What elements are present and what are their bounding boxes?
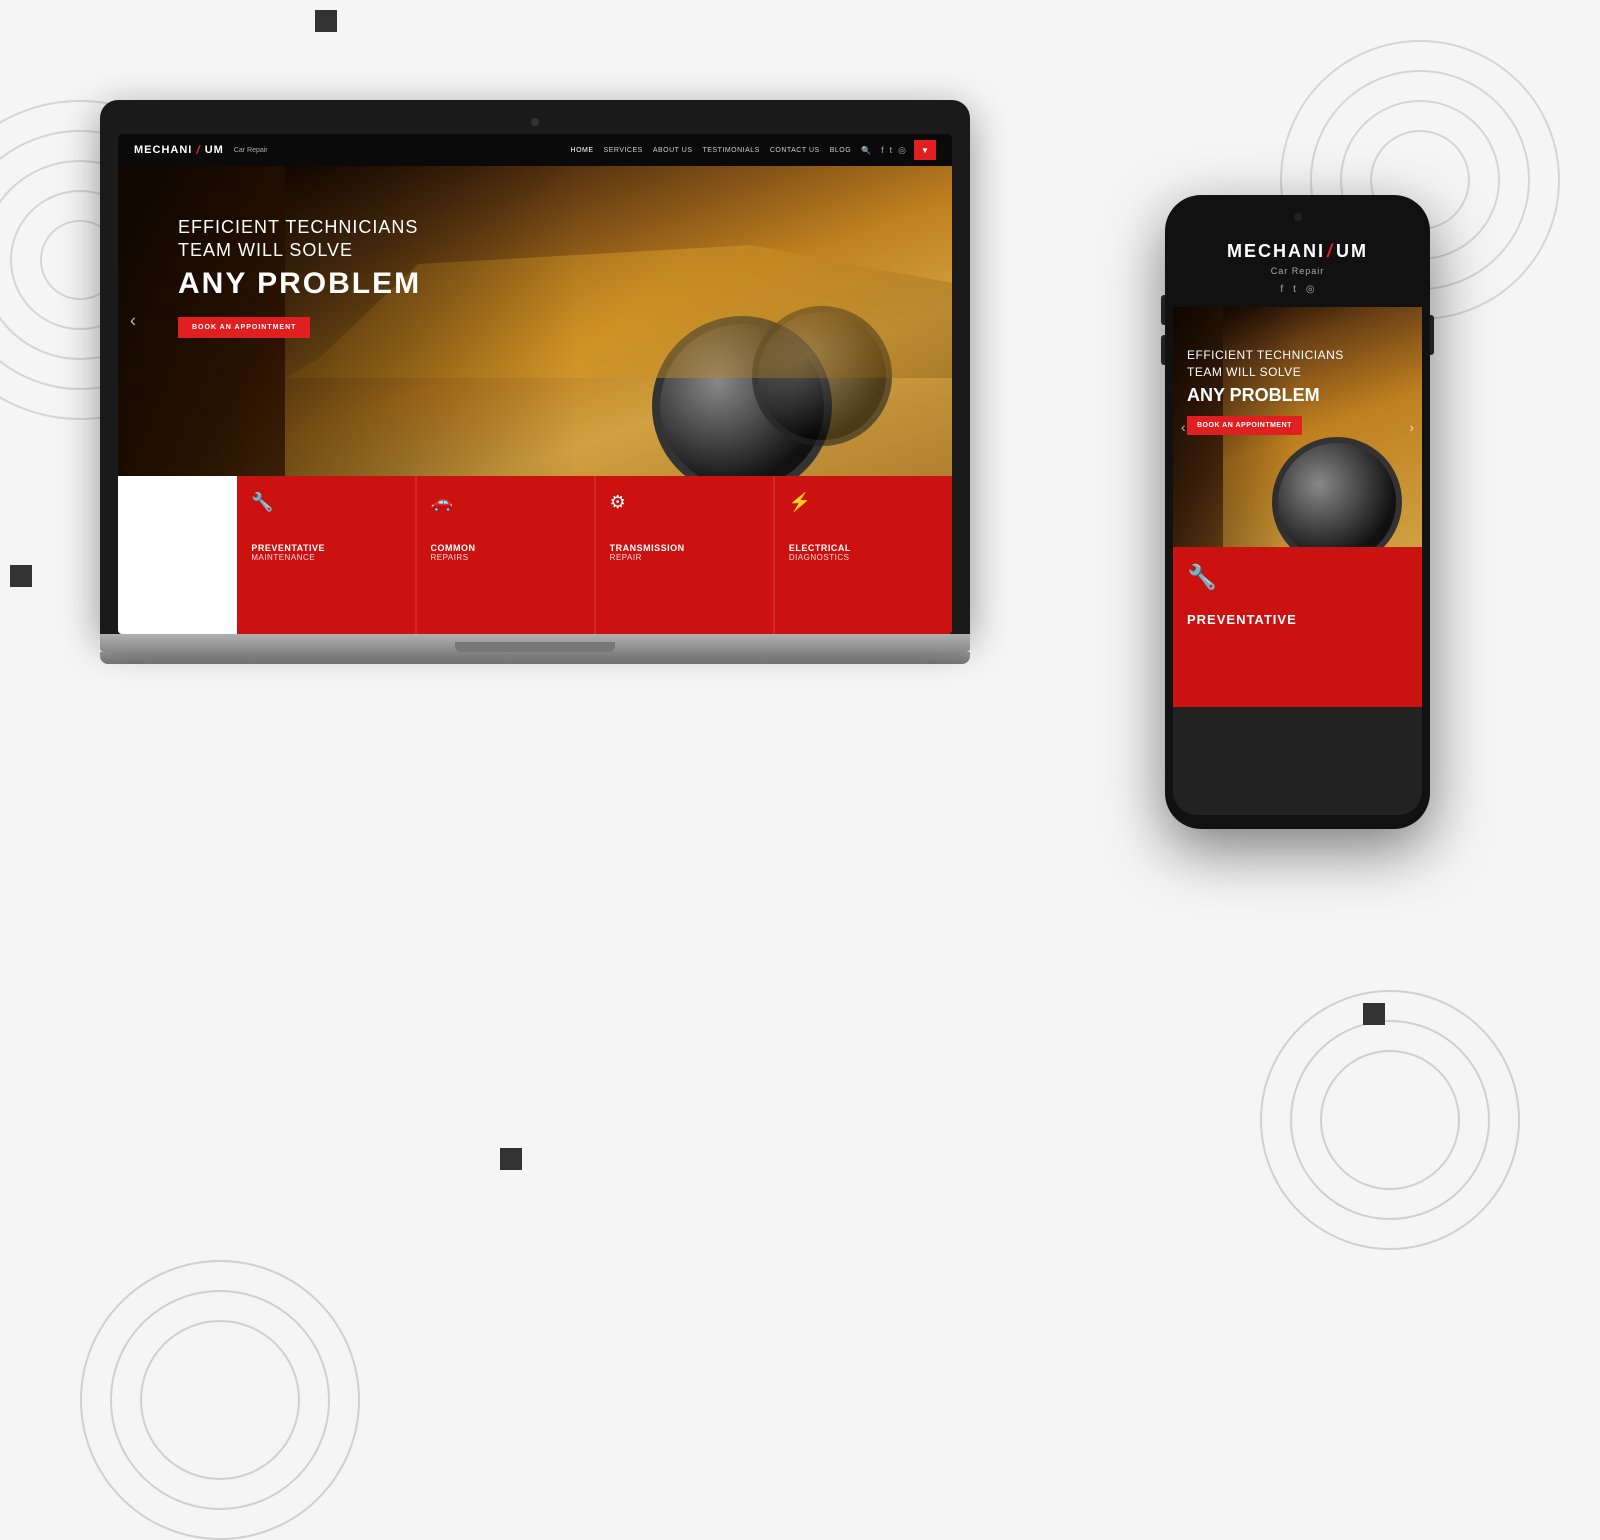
phone-facebook-icon[interactable]: f xyxy=(1280,284,1283,295)
phone-logo-um: UM xyxy=(1336,241,1368,262)
phone-wrench-icon: 🔧 xyxy=(1187,563,1408,592)
logo-text-mechani: MECHANI xyxy=(134,144,192,156)
logo-text-um: UM xyxy=(205,144,224,156)
phone-hero-text2: ANY PROBLEM xyxy=(1187,385,1344,406)
service-subtitle-diagnostics: DIAGNOSTICS xyxy=(789,553,938,562)
phone-subtitle: Car Repair xyxy=(1185,266,1410,276)
phone-arrow-left[interactable]: ‹ xyxy=(1181,419,1186,435)
laptop-screen: MECHANI / UM Car Repair HOME SERVICES AB… xyxy=(118,134,952,634)
gear-icon: ⚙ xyxy=(610,492,759,513)
hero-headline-2: ANY PROBLEM xyxy=(178,267,421,301)
service-card-electrical[interactable]: ⚡ ELECTRICAL DIAGNOSTICS xyxy=(775,476,952,634)
phone-volume-down xyxy=(1161,335,1165,365)
phone-social-icons: f t ◎ xyxy=(1185,284,1410,295)
phone-arrow-right[interactable]: › xyxy=(1409,419,1414,435)
laptop-nav-subtitle: Car Repair xyxy=(234,147,268,154)
phone-hero-text1: EFFICIENT TECHNICIANS TEAM WILL SOLVE xyxy=(1187,347,1344,381)
phone-camera xyxy=(1294,213,1302,221)
service-title-preventative: PREVENTATIVE xyxy=(251,543,400,553)
service-card-common[interactable]: 🚗 COMMON REPAIRS xyxy=(417,476,596,634)
phone-hero-content: EFFICIENT TECHNICIANS TEAM WILL SOLVE AN… xyxy=(1187,347,1344,435)
service-subtitle-repair: REPAIR xyxy=(610,553,759,562)
laptop-mockup: MECHANI / UM Car Repair HOME SERVICES AB… xyxy=(100,100,970,664)
phone-hero: EFFICIENT TECHNICIANS TEAM WILL SOLVE AN… xyxy=(1173,307,1422,547)
facebook-icon[interactable]: f xyxy=(881,145,884,155)
phone-twitter-icon[interactable]: t xyxy=(1293,284,1296,295)
service-title-transmission: TRANSMISSION xyxy=(610,543,759,553)
book-appointment-button[interactable]: BOOK AN APPOINTMENT xyxy=(178,317,310,338)
laptop-nav: MECHANI / UM Car Repair HOME SERVICES AB… xyxy=(118,134,952,166)
service-subtitle-maintenance: MAINTENANCE xyxy=(251,553,400,562)
service-card-transmission[interactable]: ⚙ TRANSMISSION REPAIR xyxy=(596,476,775,634)
car-icon: 🚗 xyxy=(431,492,580,513)
services-row: 🔧 PREVENTATIVE MAINTENANCE 🚗 COMMON REPA… xyxy=(118,476,952,634)
phone-logo: MECHANI / UM xyxy=(1185,241,1410,262)
laptop-hero: EFFICIENT TECHNICIANS TEAM WILL SOLVE AN… xyxy=(118,166,952,476)
search-icon[interactable]: 🔍 xyxy=(861,146,871,155)
phone-logo-mechani: MECHANI xyxy=(1227,241,1325,262)
phone-header: MECHANI / UM Car Repair f t ◎ xyxy=(1173,225,1422,307)
phone-power-button xyxy=(1430,315,1434,355)
phone-service-title: PREVENTATIVE xyxy=(1187,612,1408,627)
deco-square-4 xyxy=(500,1148,522,1170)
twitter-icon[interactable]: t xyxy=(890,145,893,155)
phone-book-button[interactable]: BOOK AN APPOINTMENT xyxy=(1187,416,1302,435)
nav-link-about[interactable]: ABOUT US xyxy=(653,147,693,154)
nav-link-contact[interactable]: CONTACT US xyxy=(770,147,820,154)
service-title-common: COMMON xyxy=(431,543,580,553)
deco-square-2 xyxy=(10,565,32,587)
nav-link-home[interactable]: HOME xyxy=(571,147,594,154)
phone-mockup: MECHANI / UM Car Repair f t ◎ xyxy=(1165,195,1430,829)
phone-screen: MECHANI / UM Car Repair f t ◎ xyxy=(1173,225,1422,815)
laptop-nav-logo: MECHANI / UM xyxy=(134,143,224,157)
nav-link-blog[interactable]: BLOG xyxy=(830,147,851,154)
lightning-icon: ⚡ xyxy=(789,492,938,513)
service-subtitle-repairs: REPAIRS xyxy=(431,553,580,562)
phone-service-section: 🔧 PREVENTATIVE xyxy=(1173,547,1422,707)
phone-volume-up xyxy=(1161,295,1165,325)
laptop-screen-outer: MECHANI / UM Car Repair HOME SERVICES AB… xyxy=(100,100,970,634)
phone-logo-slash: / xyxy=(1327,241,1334,262)
phone-outer: MECHANI / UM Car Repair f t ◎ xyxy=(1165,195,1430,829)
instagram-icon[interactable]: ◎ xyxy=(898,145,906,156)
deco-square-1 xyxy=(315,10,337,32)
laptop-social-icons: f t ◎ xyxy=(881,145,906,156)
phone-instagram-icon[interactable]: ◎ xyxy=(1306,284,1315,295)
laptop-camera xyxy=(531,118,539,126)
service-title-electrical: ELECTRICAL xyxy=(789,543,938,553)
phone-notch xyxy=(1263,213,1333,229)
deco-square-3 xyxy=(1363,1003,1385,1025)
hero-headline-1: EFFICIENT TECHNICIANS TEAM WILL SOLVE xyxy=(178,216,421,263)
wrench-icon: 🔧 xyxy=(251,492,400,513)
hero-text-content: EFFICIENT TECHNICIANS TEAM WILL SOLVE AN… xyxy=(178,216,421,338)
service-card-preventative[interactable]: 🔧 PREVENTATIVE MAINTENANCE xyxy=(237,476,416,634)
service-spacer xyxy=(118,476,237,634)
laptop-base xyxy=(100,634,970,652)
laptop-nav-links: HOME SERVICES ABOUT US TESTIMONIALS CONT… xyxy=(571,146,872,155)
laptop-foot xyxy=(100,652,970,664)
logo-slash: / xyxy=(196,143,200,157)
nav-link-services[interactable]: SERVICES xyxy=(604,147,643,154)
hero-arrow-left[interactable]: ‹ xyxy=(130,311,136,332)
nav-link-testimonials[interactable]: TESTIMONIALS xyxy=(702,147,759,154)
nav-dropdown[interactable]: ▼ xyxy=(914,140,936,160)
